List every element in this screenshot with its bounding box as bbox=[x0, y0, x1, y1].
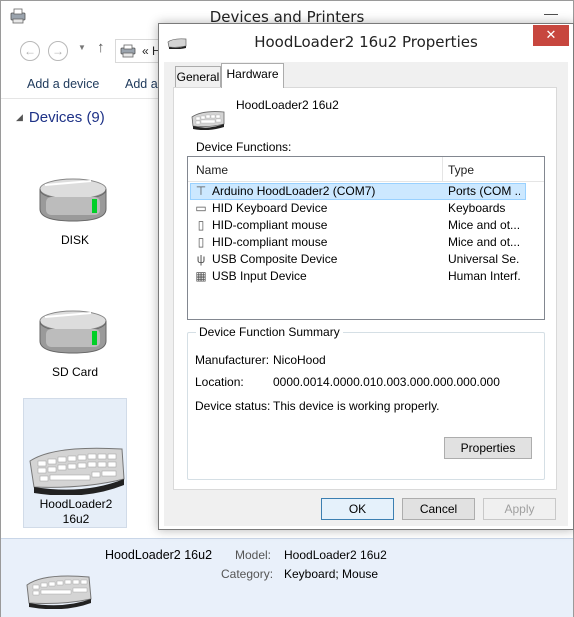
breadcrumb-separator: « bbox=[142, 44, 149, 58]
back-arrow-icon[interactable]: ← bbox=[20, 41, 40, 61]
column-header-name[interactable]: Name bbox=[196, 163, 228, 177]
list-item[interactable]: ⊤ Arduino HoodLoader2 (COM7) Ports (COM … bbox=[188, 183, 544, 200]
details-category-value: Keyboard; Mouse bbox=[284, 567, 379, 581]
keyboard-icon bbox=[26, 575, 92, 609]
mouse-icon: ▯ bbox=[197, 218, 205, 232]
list-header: Name Type bbox=[188, 157, 544, 182]
function-name: HID-compliant mouse bbox=[212, 218, 328, 232]
location-label: Location: bbox=[195, 375, 244, 389]
device-tile-sd-card[interactable]: SD Card bbox=[23, 301, 127, 391]
manufacturer-label: Manufacturer: bbox=[195, 353, 270, 367]
close-button[interactable]: ✕ bbox=[533, 25, 569, 46]
ok-button[interactable]: OK bbox=[321, 498, 394, 520]
usb-icon: ψ bbox=[196, 252, 206, 266]
dialog-titlebar[interactable]: HoodLoader2 16u2 Properties ✕ bbox=[159, 24, 573, 58]
function-name: HID Keyboard Device bbox=[212, 201, 328, 215]
dialog-body: General Hardware HoodLoader2 16u2 Device… bbox=[164, 62, 568, 526]
tab-general[interactable]: General bbox=[175, 66, 221, 88]
function-type: Mice and ot... bbox=[448, 235, 520, 249]
device-tile-hoodloader2[interactable]: HoodLoader2 16u2 bbox=[23, 398, 127, 528]
function-name: HID-compliant mouse bbox=[212, 235, 328, 249]
device-label: DISK bbox=[60, 233, 89, 247]
device-tile-disk[interactable]: DISK bbox=[23, 169, 127, 259]
mouse-icon: ▯ bbox=[197, 235, 205, 249]
serial-port-icon: ⊤ bbox=[195, 184, 207, 198]
forward-arrow-icon[interactable]: → bbox=[48, 41, 68, 61]
device-status-value: This device is working properly. bbox=[273, 399, 440, 413]
list-item[interactable]: ψ USB Composite Device Universal Se... bbox=[188, 251, 544, 268]
device-name: HoodLoader2 16u2 bbox=[236, 98, 339, 112]
function-type: Universal Se... bbox=[448, 252, 520, 266]
devices-printers-icon bbox=[120, 44, 136, 58]
manufacturer-value: NicoHood bbox=[273, 353, 326, 367]
function-name: USB Composite Device bbox=[212, 252, 338, 266]
up-arrow-icon[interactable]: ↑ bbox=[97, 39, 105, 56]
collapse-chevron-icon[interactable]: ◢ bbox=[16, 112, 23, 123]
properties-dialog: HoodLoader2 16u2 Properties ✕ General Ha… bbox=[158, 23, 574, 530]
device-functions-label: Device Functions: bbox=[196, 140, 292, 154]
list-item[interactable]: ▦ USB Input Device Human Interf... bbox=[188, 268, 544, 285]
device-functions-list[interactable]: Name Type ⊤ Arduino HoodLoader2 (COM7) P… bbox=[187, 156, 545, 320]
add-device-button[interactable]: Add a device bbox=[27, 77, 99, 91]
column-divider[interactable] bbox=[442, 157, 443, 182]
devices-group-header[interactable]: ◢ Devices (9) bbox=[16, 109, 105, 126]
cancel-button[interactable]: Cancel bbox=[402, 498, 475, 520]
keyboard-icon bbox=[191, 111, 225, 130]
device-label: SD Card bbox=[51, 365, 98, 379]
recent-locations-chevron-icon[interactable]: ▼ bbox=[78, 43, 86, 52]
list-item[interactable]: ▯ HID-compliant mouse Mice and ot... bbox=[188, 217, 544, 234]
input-device-icon: ▦ bbox=[195, 269, 207, 283]
hard-drive-icon bbox=[39, 310, 107, 354]
function-type: Ports (COM ... bbox=[448, 184, 520, 198]
hardware-tab-panel: HoodLoader2 16u2 Device Functions: Name … bbox=[173, 87, 557, 490]
summary-legend: Device Function Summary bbox=[196, 325, 343, 339]
function-type: Keyboards bbox=[448, 201, 506, 215]
location-value: 0000.0014.0000.010.003.000.000.000.000 bbox=[273, 375, 500, 389]
tab-hardware[interactable]: Hardware bbox=[221, 63, 284, 88]
dialog-title: HoodLoader2 16u2 Properties bbox=[254, 33, 478, 51]
function-name: USB Input Device bbox=[212, 269, 307, 283]
properties-button[interactable]: Properties bbox=[444, 437, 532, 459]
device-function-summary: Device Function Summary Manufacturer: Ni… bbox=[187, 325, 545, 480]
list-item[interactable]: ▯ HID-compliant mouse Mice and ot... bbox=[188, 234, 544, 251]
device-status-label: Device status: bbox=[195, 399, 271, 413]
device-label: HoodLoader2 16u2 bbox=[39, 497, 113, 526]
column-header-type[interactable]: Type bbox=[448, 163, 474, 177]
keyboard-icon: ▭ bbox=[195, 201, 207, 215]
details-category-label: Category: bbox=[221, 567, 274, 581]
details-model-value: HoodLoader2 16u2 bbox=[284, 548, 387, 562]
devices-group-label: Devices (9) bbox=[28, 109, 105, 126]
function-type: Mice and ot... bbox=[448, 218, 520, 232]
hard-drive-icon bbox=[39, 178, 107, 222]
details-model-label: Model: bbox=[235, 548, 272, 562]
apply-button[interactable]: Apply bbox=[483, 498, 556, 520]
function-name: Arduino HoodLoader2 (COM7) bbox=[212, 184, 376, 198]
details-pane: HoodLoader2 16u2 Model: HoodLoader2 16u2… bbox=[1, 538, 573, 617]
minimize-button[interactable]: — bbox=[537, 3, 565, 25]
keyboard-icon bbox=[29, 447, 125, 495]
details-device-name: HoodLoader2 16u2 bbox=[105, 548, 213, 562]
function-type: Human Interf... bbox=[448, 269, 520, 283]
list-item[interactable]: ▭ HID Keyboard Device Keyboards bbox=[188, 200, 544, 217]
add-printer-button[interactable]: Add a bbox=[125, 77, 158, 91]
